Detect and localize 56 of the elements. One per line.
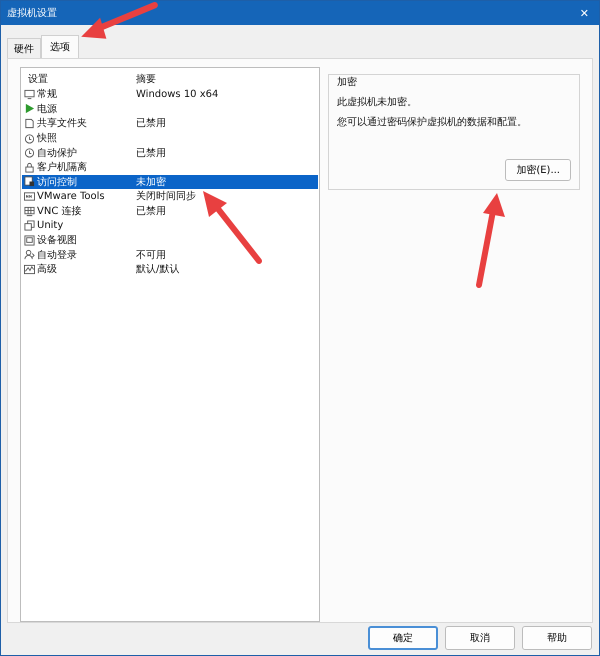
setting-name: 常规 — [37, 88, 57, 102]
setting-name: 自动登录 — [37, 248, 77, 262]
encrypt-button[interactable]: 加密(E)... — [505, 159, 571, 181]
settings-row[interactable]: 电源 — [22, 102, 318, 116]
tab[interactable]: 选项 — [41, 35, 79, 58]
settings-row[interactable]: 访问控制 未加密 — [22, 174, 318, 190]
play-icon — [24, 103, 35, 114]
setting-summary: Windows 10 x64 — [136, 88, 218, 100]
dialog-button[interactable]: 帮助 — [522, 626, 592, 650]
setting-name: 快照 — [37, 132, 57, 146]
settings-row[interactable]: 共享文件夹 已禁用 — [22, 116, 318, 131]
settings-row[interactable]: 设备视图 — [22, 232, 318, 248]
setting-name: 电源 — [37, 102, 57, 116]
setting-summary: 不可用 — [136, 248, 166, 262]
setting-summary: 默认/默认 — [136, 263, 180, 276]
settings-row[interactable]: VNC 连接 已禁用 — [22, 204, 318, 218]
column-header[interactable]: 设置 — [28, 72, 136, 86]
setting-name: VMware Tools — [37, 190, 105, 202]
group-title: 加密 — [335, 75, 359, 89]
folder-icon — [24, 118, 35, 129]
close-button[interactable]: ✕ — [576, 6, 593, 20]
settings-row[interactable]: Unity — [22, 218, 318, 233]
column-header[interactable]: 摘要 — [136, 72, 244, 86]
encryption-status: 此虚拟机未加密。 — [337, 96, 418, 109]
settings-row[interactable]: 常规 Windows 10 x64 — [22, 87, 318, 102]
clock-icon — [24, 147, 35, 158]
encryption-hint: 您可以通过密码保护虚拟机的数据和配置。 — [337, 116, 528, 129]
setting-name: 客户机隔离 — [37, 160, 87, 174]
settings-row[interactable]: 自动登录 不可用 — [22, 248, 318, 262]
grid-icon — [24, 206, 35, 217]
setting-name: VNC 连接 — [37, 204, 82, 218]
unity-icon — [24, 220, 35, 232]
lock-icon — [24, 162, 35, 173]
window-title: 虚拟机设置 — [7, 6, 57, 20]
dialog-button[interactable]: 取消 — [445, 626, 515, 650]
chart-icon — [24, 264, 35, 275]
settings-row[interactable]: 客户机隔离 — [22, 160, 318, 175]
setting-name: 共享文件夹 — [37, 116, 87, 130]
dialog-button[interactable]: 确定 — [368, 626, 438, 650]
setting-summary: 未加密 — [136, 176, 166, 189]
setting-name: 高级 — [37, 262, 57, 276]
setting-name: Unity — [37, 220, 64, 232]
settings-row[interactable]: 高级 默认/默认 — [22, 262, 318, 277]
setting-summary: 已禁用 — [136, 204, 166, 218]
settings-row[interactable]: 快照 — [22, 130, 318, 146]
setting-summary: 已禁用 — [136, 116, 166, 130]
setting-name: 访问控制 — [37, 176, 77, 189]
settings-row[interactable]: 自动保护 已禁用 — [22, 145, 318, 160]
settings-row[interactable]: VMware Tools 关闭时间同步 — [22, 189, 318, 204]
monitor-icon — [24, 88, 35, 100]
setting-name: 自动保护 — [37, 146, 77, 160]
user-icon — [24, 249, 35, 260]
tab[interactable]: 硬件 — [7, 38, 41, 58]
setting-name: 设备视图 — [37, 234, 77, 248]
setting-summary: 关闭时间同步 — [136, 190, 196, 204]
setting-summary: 已禁用 — [136, 146, 166, 160]
